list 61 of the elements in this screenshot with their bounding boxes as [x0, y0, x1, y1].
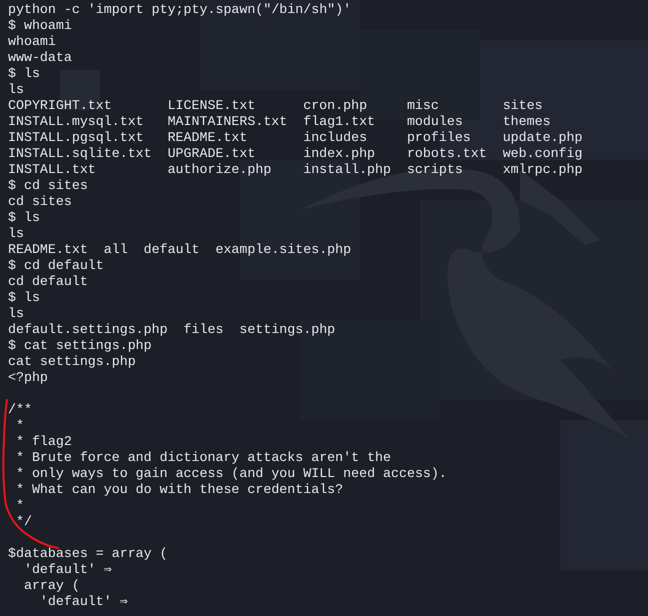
file-name: INSTALL.pgsql.txt	[8, 130, 144, 145]
terminal-line: * Brute force and dictionary attacks aren't the	[14, 450, 392, 465]
file-name: flag1.txt	[303, 114, 376, 129]
terminal-line: $databases = array (	[8, 546, 168, 561]
terminal-line: 'default' ⇒	[22, 562, 112, 577]
file-name: MAINTAINERS.txt	[168, 114, 288, 129]
terminal-line: cd sites	[8, 194, 72, 209]
terminal-line: cd default	[8, 274, 88, 289]
file-name: default	[144, 242, 200, 258]
file-name: all	[104, 242, 128, 258]
terminal-line: $ cd sites	[8, 178, 88, 193]
file-name: xmlrpc.php	[502, 162, 582, 177]
terminal-line: *	[14, 498, 24, 513]
terminal-line: $ ls	[8, 290, 40, 305]
file-name: README.txt	[168, 130, 248, 145]
file-name: example.sites.php	[215, 242, 352, 258]
file-name: authorize.php	[168, 162, 272, 177]
file-name: index.php	[303, 146, 376, 161]
terminal-line: $ whoami	[8, 18, 72, 33]
file-name: LICENSE.txt	[168, 98, 256, 113]
terminal-line: $ cd default	[8, 258, 104, 273]
file-name: sites	[502, 98, 543, 113]
terminal-line: 'default' ⇒	[38, 594, 128, 609]
file-name: INSTALL.mysql.txt	[8, 114, 144, 129]
file-name: cron.php	[303, 98, 368, 113]
terminal-line: * flag2	[14, 434, 72, 449]
terminal-line: /**	[8, 402, 32, 417]
file-name: settings.php	[239, 322, 336, 338]
terminal-line: ls	[8, 306, 24, 321]
file-name: install.php	[303, 162, 391, 177]
terminal-line: $ ls	[8, 210, 40, 225]
terminal-line: www-data	[8, 50, 72, 65]
file-name: robots.txt	[406, 146, 487, 161]
file-name: modules	[406, 114, 463, 129]
file-name: misc	[406, 98, 439, 113]
file-name: COPYRIGHT.txt	[8, 98, 112, 113]
file-name: scripts	[406, 162, 463, 177]
file-name: includes	[303, 130, 368, 145]
terminal-line: * only ways to gain access (and you WILL need access).	[14, 466, 447, 481]
terminal-line: */	[14, 514, 32, 529]
file-name: INSTALL.sqlite.txt	[8, 146, 152, 161]
terminal-line: $ cat settings.php	[8, 338, 152, 353]
file-name: themes	[502, 114, 551, 129]
file-name: UPGRADE.txt	[168, 146, 256, 161]
terminal-line: <?php	[8, 370, 48, 385]
terminal-line: $ ls	[8, 66, 40, 81]
file-name: web.config	[502, 146, 582, 161]
file-name: INSTALL.txt	[8, 162, 96, 177]
terminal-line: ls	[8, 226, 24, 241]
file-name: update.php	[502, 130, 582, 145]
terminal-line: whoami	[8, 34, 56, 49]
terminal-line: python -c 'import pty;pty.spawn("/bin/sh")'	[8, 2, 352, 17]
terminal-line: * What can you do with these credentials?	[14, 482, 344, 497]
terminal-line: cat settings.php	[8, 354, 136, 369]
file-name: profiles	[406, 130, 471, 145]
terminal-line: ls	[8, 82, 24, 97]
terminal-line: array (	[22, 578, 80, 593]
file-name: files	[184, 322, 224, 338]
terminal-line: *	[14, 418, 24, 433]
file-name: default.settings.php	[8, 322, 168, 338]
file-name: README.txt	[8, 242, 88, 258]
